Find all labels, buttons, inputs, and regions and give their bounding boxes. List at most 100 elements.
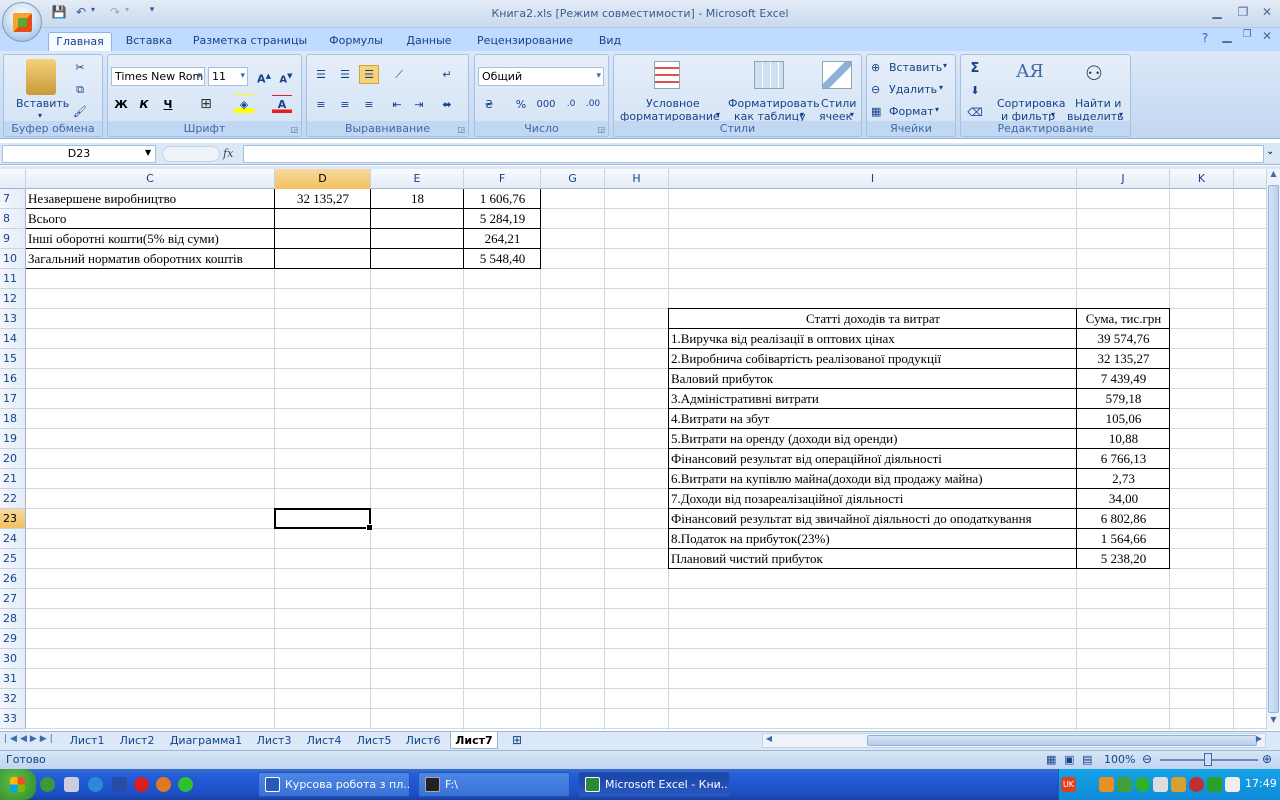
format-cells-button[interactable]: Формат — [889, 105, 934, 118]
tray-icon-3[interactable] — [1135, 777, 1150, 792]
normal-view-icon[interactable]: ▦ — [1046, 753, 1056, 766]
align-left-icon[interactable]: ≡ — [311, 95, 331, 114]
fill-icon[interactable]: ⬇ — [965, 81, 985, 100]
sheet-tab-лист6[interactable]: Лист6 — [402, 732, 444, 749]
tray-icon-6[interactable] — [1189, 777, 1204, 792]
find-select-label[interactable]: Найти и — [1075, 97, 1121, 110]
delete-cells-dropdown-icon[interactable]: ▾ — [939, 83, 943, 92]
tab-review[interactable]: Рецензирование — [468, 32, 582, 51]
volume-icon[interactable] — [1225, 777, 1240, 792]
firefox-icon[interactable] — [156, 777, 171, 792]
row-header-11[interactable]: 11 — [0, 269, 26, 289]
tray-icon-5[interactable] — [1171, 777, 1186, 792]
tray-icon-network[interactable] — [1117, 777, 1132, 792]
scroll-up-icon[interactable]: ▲ — [1267, 169, 1280, 183]
column-header-c[interactable]: C — [26, 169, 275, 189]
sort-filter-dropdown-icon[interactable]: ▾ — [1051, 110, 1055, 119]
format-as-table-label[interactable]: Форматировать — [728, 97, 820, 110]
total-commander-icon[interactable] — [112, 777, 127, 792]
row-header-15[interactable]: 15 — [0, 349, 26, 369]
row-header-7[interactable]: 7 — [0, 189, 26, 209]
increase-indent-icon[interactable]: ⇥ — [409, 95, 429, 114]
column-header-j[interactable]: J — [1077, 169, 1170, 189]
opera-icon[interactable] — [134, 777, 149, 792]
row-header-33[interactable]: 33 — [0, 709, 26, 729]
copy-icon[interactable]: ⧉ — [70, 80, 90, 99]
format-cells-dropdown-icon[interactable]: ▾ — [935, 105, 939, 114]
formula-bar-splitter[interactable] — [162, 146, 220, 162]
dialog-launcher-icon[interactable]: ◲ — [290, 125, 298, 134]
workbook-close-icon[interactable]: ✕ — [1258, 29, 1276, 45]
column-header-k[interactable]: K — [1170, 169, 1234, 189]
close-icon[interactable]: ✕ — [1258, 5, 1276, 21]
align-bottom-icon[interactable]: ☰ — [359, 65, 379, 84]
insert-cells-button[interactable]: Вставить — [889, 61, 942, 74]
decrease-decimal-icon[interactable]: .00 — [583, 95, 603, 114]
ie-icon[interactable] — [88, 777, 103, 792]
name-box[interactable]: D23 — [2, 145, 156, 163]
tab-home[interactable]: Главная — [48, 32, 112, 51]
dialog-launcher-icon[interactable]: ◲ — [457, 125, 465, 134]
bold-button[interactable]: Ж — [111, 95, 131, 114]
cell-styles-label[interactable]: Стили — [821, 97, 856, 110]
horizontal-scrollbar[interactable]: ◀ ▶ — [762, 733, 1266, 748]
row-header-30[interactable]: 30 — [0, 649, 26, 669]
row-header-28[interactable]: 28 — [0, 609, 26, 629]
conditional-formatting-label[interactable]: Условное — [646, 97, 700, 110]
cut-icon[interactable]: ✂ — [70, 58, 90, 77]
insert-cells-dropdown-icon[interactable]: ▾ — [943, 61, 947, 70]
minimize-icon[interactable]: ▁ — [1208, 5, 1226, 21]
row-header-24[interactable]: 24 — [0, 529, 26, 549]
formula-input[interactable] — [243, 145, 1264, 163]
orientation-icon[interactable]: ⟋ — [389, 65, 409, 84]
tray-icon-7[interactable] — [1207, 777, 1222, 792]
row-header-27[interactable]: 27 — [0, 589, 26, 609]
ribbon-restore-icon[interactable]: ❐ — [1238, 29, 1256, 45]
column-header-h[interactable]: H — [605, 169, 669, 189]
column-header-f[interactable]: F — [464, 169, 541, 189]
zoom-in-icon[interactable]: ⊕ — [1262, 752, 1272, 766]
scroll-right-icon[interactable]: ▶ — [1253, 734, 1265, 747]
row-header-20[interactable]: 20 — [0, 449, 26, 469]
column-header-i[interactable]: I — [669, 169, 1077, 189]
select-all-corner[interactable] — [0, 169, 26, 189]
row-header-29[interactable]: 29 — [0, 629, 26, 649]
row-header-26[interactable]: 26 — [0, 569, 26, 589]
paste-dropdown-icon[interactable]: ▾ — [38, 111, 42, 120]
taskbar-item-explorer[interactable]: F:\ — [418, 772, 570, 797]
vertical-scrollbar[interactable]: ▲ ▼ — [1266, 169, 1280, 730]
worksheet-grid[interactable]: Незавершене виробництво 32 135,27 18 1 606,… — [26, 189, 1266, 730]
sort-filter-label[interactable]: Сортировка — [997, 97, 1066, 110]
sheet-tab-лист7[interactable]: Лист7 — [450, 732, 498, 749]
percent-format-icon[interactable]: % — [511, 95, 531, 114]
row-header-25[interactable]: 25 — [0, 549, 26, 569]
row-header-19[interactable]: 19 — [0, 429, 26, 449]
sheet-tab-лист1[interactable]: Лист1 — [64, 732, 110, 749]
row-header-14[interactable]: 14 — [0, 329, 26, 349]
expand-formula-bar-icon[interactable]: ⌄ — [1266, 146, 1274, 157]
sheet-tab-лист3[interactable]: Лист3 — [252, 732, 296, 749]
office-button[interactable] — [2, 2, 42, 42]
cell-styles-dropdown-icon[interactable]: ▾ — [850, 110, 854, 119]
row-header-8[interactable]: 8 — [0, 209, 26, 229]
taskbar-item-word[interactable]: Курсова робота з пл... — [258, 772, 410, 797]
clear-icon[interactable]: ⌫ — [965, 103, 985, 122]
ribbon-minimize-icon[interactable]: ▁ — [1218, 29, 1236, 45]
quicklaunch-icon-1[interactable] — [40, 777, 55, 792]
increase-decimal-icon[interactable]: .0 — [561, 95, 581, 114]
column-header-e[interactable]: E — [371, 169, 464, 189]
start-button[interactable] — [0, 769, 36, 800]
zoom-out-icon[interactable]: ⊖ — [1142, 752, 1152, 766]
page-break-view-icon[interactable]: ▤ — [1082, 753, 1092, 766]
sheet-tab-лист2[interactable]: Лист2 — [114, 732, 160, 749]
align-right-icon[interactable]: ≡ — [359, 95, 379, 114]
quicklaunch-icon-7[interactable] — [178, 777, 193, 792]
tab-formulas[interactable]: Формулы — [322, 32, 390, 51]
delete-cells-button[interactable]: Удалить — [889, 83, 937, 96]
language-indicator[interactable]: UK — [1061, 777, 1076, 792]
name-box-dropdown-icon[interactable]: ▼ — [145, 148, 151, 157]
sheet-tab-лист4[interactable]: Лист4 — [302, 732, 346, 749]
dialog-launcher-icon[interactable]: ◲ — [597, 125, 605, 134]
wrap-text-icon[interactable]: ↵ — [437, 65, 457, 84]
row-header-18[interactable]: 18 — [0, 409, 26, 429]
